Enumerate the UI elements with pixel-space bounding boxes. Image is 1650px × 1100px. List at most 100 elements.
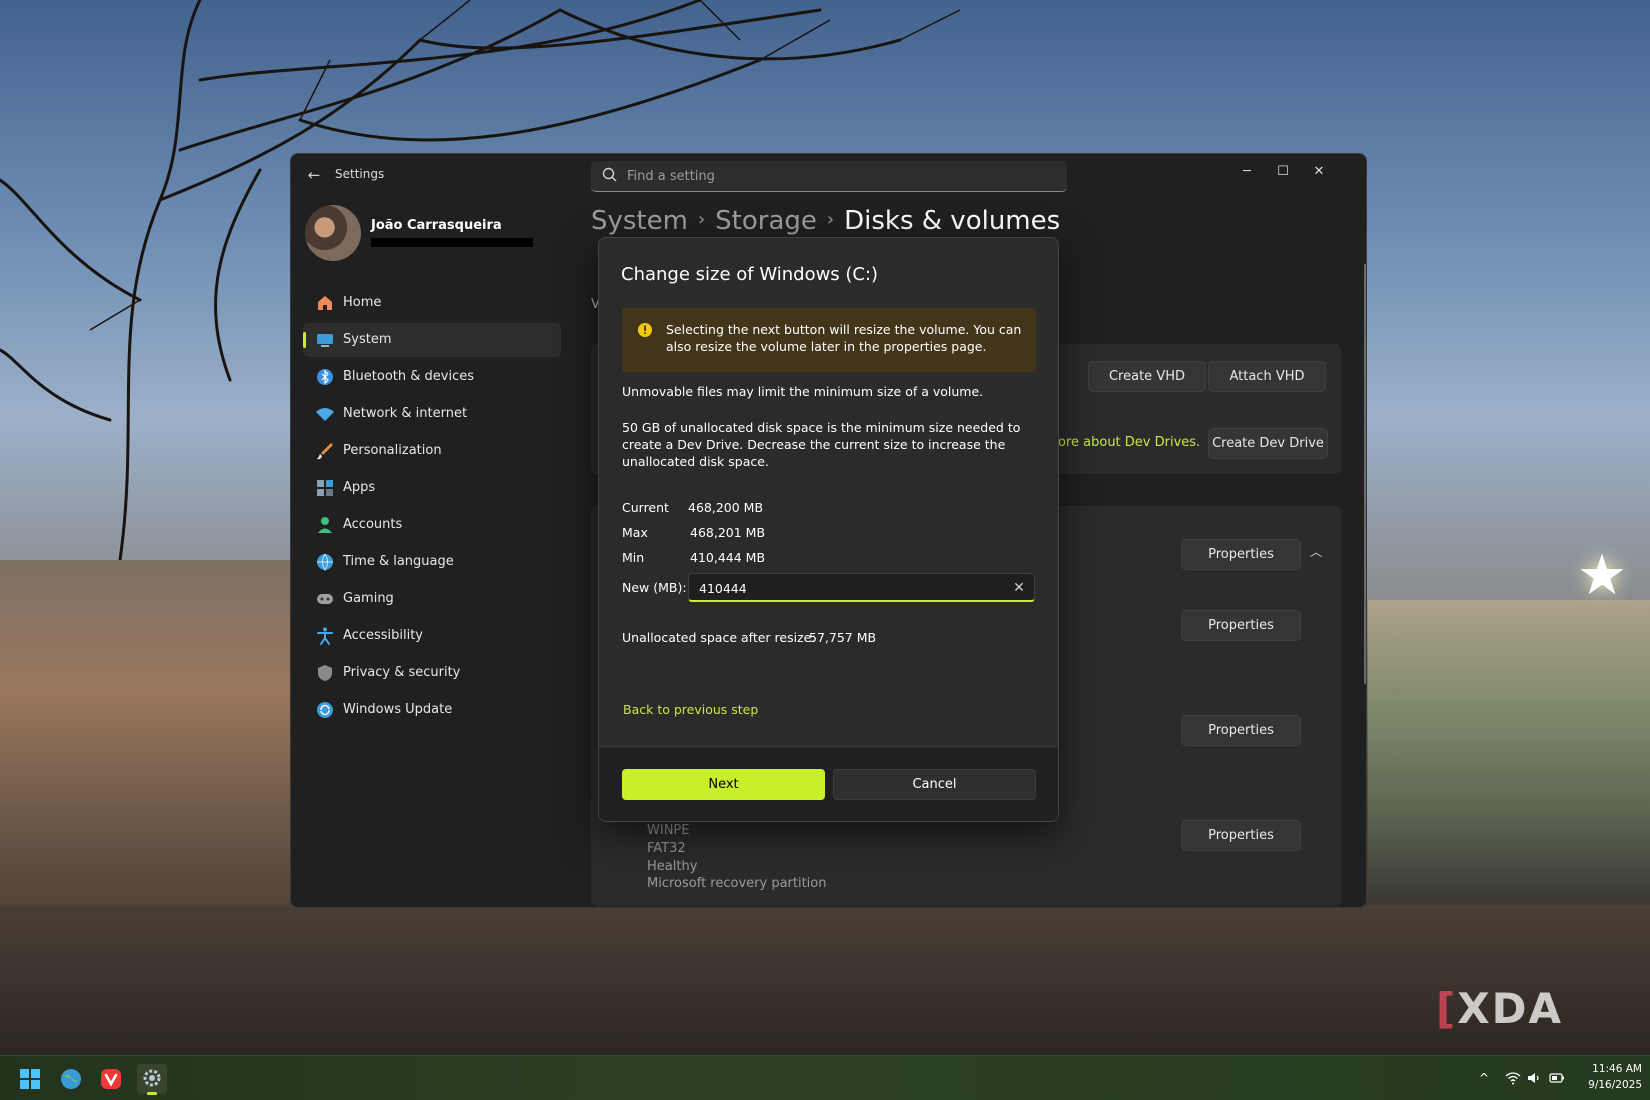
volume-status: Healthy bbox=[647, 859, 698, 874]
sidebar-item-label: Personalization bbox=[343, 443, 442, 458]
sidebar-item-privacy-security[interactable]: Privacy & security bbox=[303, 656, 561, 690]
volume-tray-icon[interactable] bbox=[1526, 1070, 1542, 1086]
properties-button[interactable]: Properties bbox=[1181, 820, 1301, 851]
vivaldi-icon[interactable] bbox=[96, 1064, 126, 1094]
profile-name: João Carrasqueira bbox=[371, 218, 502, 233]
search-input[interactable] bbox=[627, 165, 1047, 187]
sidebar-item-apps[interactable]: Apps bbox=[303, 471, 561, 505]
settings-gear-icon[interactable] bbox=[137, 1064, 167, 1095]
maximize-icon[interactable]: ☐ bbox=[1265, 160, 1301, 184]
shield-icon bbox=[318, 665, 332, 681]
battery-tray-icon[interactable] bbox=[1549, 1070, 1565, 1086]
sidebar-item-label: System bbox=[343, 332, 392, 347]
windows-start-icon[interactable] bbox=[15, 1064, 45, 1094]
sidebar-item-windows-update[interactable]: Windows Update bbox=[303, 693, 561, 727]
accounts-icon bbox=[318, 517, 332, 533]
dev-drives-learn-more-link[interactable]: ore about Dev Drives. bbox=[1058, 435, 1200, 450]
wifi-icon bbox=[316, 408, 334, 421]
search-icon bbox=[602, 167, 617, 182]
close-icon[interactable]: ✕ bbox=[1301, 160, 1337, 184]
wifi-tray-icon[interactable] bbox=[1505, 1070, 1521, 1086]
sidebar-item-label: Time & language bbox=[343, 554, 454, 569]
back-arrow-icon[interactable]: ← bbox=[303, 164, 325, 186]
unallocated-value: 57,757 MB bbox=[809, 630, 877, 645]
sidebar-item-label: Apps bbox=[343, 480, 376, 495]
properties-button[interactable]: Properties bbox=[1181, 610, 1301, 641]
min-size-value: 410,444 MB bbox=[690, 550, 766, 565]
sidebar-item-network[interactable]: Network & internet bbox=[303, 397, 561, 431]
wallpaper-star-decoration: ★ bbox=[1576, 543, 1628, 608]
unmovable-files-note: Unmovable files may limit the minimum si… bbox=[622, 384, 984, 399]
brush-icon bbox=[317, 443, 333, 460]
sidebar-item-system[interactable]: System bbox=[303, 323, 561, 357]
breadcrumb-separator: › bbox=[826, 209, 835, 230]
sidebar-item-accessibility[interactable]: Accessibility bbox=[303, 619, 561, 653]
profile-email-redacted bbox=[371, 238, 533, 247]
scrollbar[interactable] bbox=[1364, 264, 1366, 684]
warning-infobar: Selecting the next button will resize th… bbox=[622, 308, 1036, 372]
xda-watermark: [XDA bbox=[1436, 984, 1563, 1033]
warning-icon bbox=[638, 323, 652, 337]
search-box[interactable] bbox=[591, 161, 1067, 192]
cancel-button[interactable]: Cancel bbox=[833, 769, 1036, 800]
sidebar-item-label: Privacy & security bbox=[343, 665, 461, 680]
sidebar-item-home[interactable]: Home bbox=[303, 286, 561, 320]
avatar[interactable] bbox=[305, 205, 361, 261]
properties-button[interactable]: Properties bbox=[1181, 539, 1301, 570]
dialog-footer: Next Cancel bbox=[599, 746, 1058, 821]
sidebar-item-label: Gaming bbox=[343, 591, 394, 606]
volume-filesystem: FAT32 bbox=[647, 841, 686, 856]
update-icon bbox=[317, 702, 333, 718]
volume-type: Microsoft recovery partition bbox=[647, 876, 827, 891]
create-dev-drive-button[interactable]: Create Dev Drive bbox=[1208, 428, 1328, 459]
sidebar-item-personalization[interactable]: Personalization bbox=[303, 434, 561, 468]
home-icon bbox=[318, 296, 332, 310]
sidebar-item-time-language[interactable]: Time & language bbox=[303, 545, 561, 579]
chevron-up-icon[interactable]: ︿ bbox=[1309, 545, 1323, 559]
apps-icon bbox=[317, 480, 333, 496]
resize-volume-dialog: Change size of Windows (C:) Selecting th… bbox=[598, 237, 1059, 822]
bluetooth-icon bbox=[317, 369, 333, 385]
volume-name: WINPE bbox=[647, 823, 690, 838]
wallpaper-city-right bbox=[1368, 600, 1650, 900]
sidebar-item-label: Accessibility bbox=[343, 628, 423, 643]
new-size-input[interactable] bbox=[699, 578, 999, 598]
accessibility-icon bbox=[317, 627, 333, 645]
chevron-up-tray-icon[interactable]: ^ bbox=[1476, 1070, 1492, 1086]
title-bar: ← Settings ─ ☐ ✕ bbox=[291, 154, 1366, 198]
breadcrumb-system[interactable]: System bbox=[591, 206, 688, 236]
next-button[interactable]: Next bbox=[622, 769, 825, 800]
create-vhd-button[interactable]: Create VHD bbox=[1088, 361, 1206, 392]
sidebar-item-label: Bluetooth & devices bbox=[343, 369, 474, 384]
new-size-field[interactable]: ✕ bbox=[688, 573, 1035, 602]
warning-text: Selecting the next button will resize th… bbox=[666, 322, 1022, 354]
clock-time[interactable]: 11:46 AM bbox=[1580, 1063, 1642, 1075]
gamepad-icon bbox=[317, 594, 333, 604]
current-size-label: Current bbox=[622, 500, 669, 515]
current-size-value: 468,200 MB bbox=[688, 500, 764, 515]
sidebar-item-accounts[interactable]: Accounts bbox=[303, 508, 561, 542]
clear-input-icon[interactable]: ✕ bbox=[1010, 579, 1028, 597]
min-size-label: Min bbox=[622, 550, 645, 565]
sidebar-item-gaming[interactable]: Gaming bbox=[303, 582, 561, 616]
clock-date[interactable]: 9/16/2025 bbox=[1570, 1079, 1642, 1091]
breadcrumb-separator: › bbox=[697, 209, 706, 230]
active-app-indicator bbox=[147, 1092, 157, 1095]
active-indicator bbox=[303, 332, 306, 348]
properties-button[interactable]: Properties bbox=[1181, 715, 1301, 746]
browser-globe-icon[interactable] bbox=[56, 1064, 86, 1094]
sidebar-item-label: Network & internet bbox=[343, 406, 468, 421]
back-to-previous-step-link[interactable]: Back to previous step bbox=[623, 702, 758, 717]
sidebar-item-bluetooth[interactable]: Bluetooth & devices bbox=[303, 360, 561, 394]
unallocated-label: Unallocated space after resize: bbox=[622, 630, 816, 645]
globe-icon bbox=[317, 553, 333, 571]
dialog-title: Change size of Windows (C:) bbox=[621, 264, 879, 285]
sidebar-item-label: Windows Update bbox=[343, 702, 453, 717]
minimize-icon[interactable]: ─ bbox=[1229, 160, 1265, 184]
new-size-label: New (MB): bbox=[622, 580, 687, 595]
sidebar-item-label: Home bbox=[343, 295, 382, 310]
attach-vhd-button[interactable]: Attach VHD bbox=[1208, 361, 1326, 392]
breadcrumb-storage[interactable]: Storage bbox=[715, 206, 817, 236]
app-title: Settings bbox=[335, 167, 385, 181]
taskbar: ^ 11:46 AM 9/16/2025 bbox=[0, 1055, 1650, 1100]
